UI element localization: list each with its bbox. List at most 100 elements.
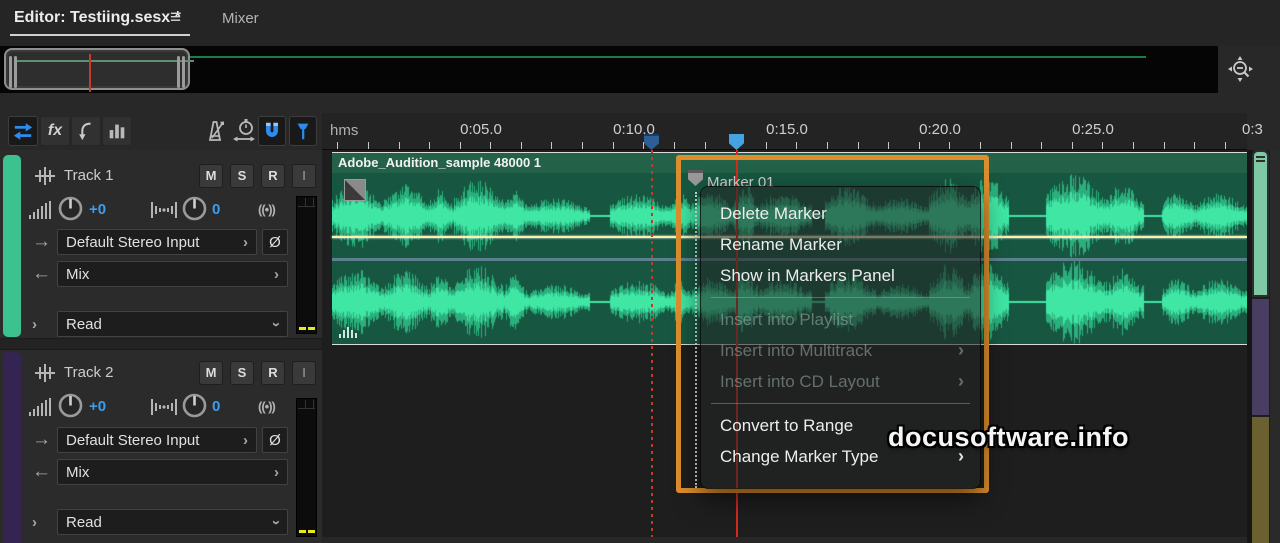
monitor-icon: ((•)) <box>258 399 275 414</box>
track1-automation-select[interactable]: Read › <box>57 311 288 337</box>
track1-volume-value[interactable]: +0 <box>89 201 106 218</box>
track1-input-monitor-button[interactable]: I <box>292 164 316 188</box>
ruler-tick <box>888 142 889 149</box>
bottom-scroll-strip[interactable] <box>322 537 1247 543</box>
menu-item-rename-marker[interactable]: Rename Marker <box>701 229 980 260</box>
ruler-unit-label: hms <box>330 122 358 139</box>
volume-icon <box>28 397 54 417</box>
editor-right-edge <box>1270 150 1280 543</box>
ruler-tick <box>674 142 675 149</box>
track2-input-value: Default Stereo Input <box>66 432 243 449</box>
track1-name[interactable]: Track 1 <box>64 167 113 184</box>
track2-input-select[interactable]: Default Stereo Input › <box>57 427 257 453</box>
ruler-tick <box>705 142 706 149</box>
track2-input-monitor-button[interactable]: I <box>292 361 316 385</box>
track-controls-panel: Track 1 M S R I +0 0 ((•)) → Default Ste… <box>0 150 322 543</box>
track2-automation-select[interactable]: Read › <box>57 509 288 535</box>
app-window: Editor: Testiing.sesx * ≡ Mixer <box>0 0 1280 543</box>
waveform-track-icon <box>33 361 57 385</box>
volume-knob[interactable] <box>57 392 84 419</box>
navigator-view-box[interactable] <box>4 48 190 90</box>
add-marker-button[interactable] <box>289 116 317 146</box>
menu-item-insert-into-playlist[interactable]: Insert into Playlist <box>701 304 980 335</box>
track1-mute-button[interactable]: M <box>199 164 223 188</box>
track2-record-button[interactable]: R <box>261 361 285 385</box>
menu-item-insert-into-cd-layout[interactable]: Insert into CD Layout› <box>701 366 980 397</box>
pan-knob[interactable] <box>181 392 208 419</box>
track2-color-strip[interactable] <box>3 352 21 543</box>
navigator-right-handle2[interactable] <box>177 56 180 88</box>
panel-menu-icon[interactable]: ≡ <box>170 7 181 29</box>
watermark-text: docusoftware.info <box>888 422 1129 453</box>
track1-record-button[interactable]: R <box>261 164 285 188</box>
ruler-tick <box>1194 142 1195 149</box>
ruler-tick <box>796 142 797 149</box>
track2-phase-button[interactable]: Ø <box>262 427 288 453</box>
pan-icon <box>150 397 178 417</box>
ruler-tick <box>1133 142 1134 149</box>
navigator-playhead <box>89 54 91 92</box>
phase-icon: Ø <box>269 432 281 449</box>
stretch-icon[interactable] <box>232 118 258 144</box>
ruler-tick <box>460 142 461 149</box>
tab-editor[interactable]: Editor: Testiing.sesx * <box>14 9 181 27</box>
navigator-right-handle[interactable] <box>182 56 185 88</box>
metering-button[interactable] <box>102 116 132 146</box>
track1-phase-button[interactable]: Ø <box>262 229 288 255</box>
track2-volume-value[interactable]: +0 <box>89 398 106 415</box>
fade-handle[interactable] <box>344 179 366 201</box>
track1-input-select[interactable]: Default Stereo Input › <box>57 229 257 255</box>
ruler-label: 0:15.0 <box>766 121 808 138</box>
move-tool-icon <box>12 120 34 142</box>
track2-mute-button[interactable]: M <box>199 361 223 385</box>
volume-knob[interactable] <box>57 195 84 222</box>
track1-output-value: Mix <box>66 266 274 283</box>
snap-button[interactable] <box>258 116 286 146</box>
routing-button[interactable] <box>71 116 101 146</box>
ruler-label: 0:25.0 <box>1072 121 1114 138</box>
output-arrow-icon: ← <box>32 263 51 285</box>
track-divider <box>0 338 322 350</box>
ruler-tick <box>1011 142 1012 149</box>
ruler-tick <box>429 142 430 149</box>
menu-item-insert-into-multitrack[interactable]: Insert into Multitrack› <box>701 335 980 366</box>
ruler-tick <box>551 142 552 149</box>
tab-mixer[interactable]: Mixer <box>222 10 259 27</box>
submenu-arrow-icon: › <box>958 366 964 397</box>
automation-expand-icon[interactable]: › <box>32 316 37 333</box>
metronome-icon[interactable] <box>202 118 228 144</box>
track2-scroll-segment[interactable] <box>1252 299 1269 415</box>
vertical-scroll-handle[interactable] <box>1252 150 1269 297</box>
track2-solo-button[interactable]: S <box>230 361 254 385</box>
ruler-tick <box>1041 142 1042 149</box>
ruler-tick <box>643 142 644 149</box>
ruler-tick <box>582 142 583 149</box>
effects-button[interactable]: fx <box>40 116 70 146</box>
monitor-icon: ((•)) <box>258 202 275 217</box>
ruler-tick <box>399 142 400 149</box>
track1-output-select[interactable]: Mix › <box>57 261 288 287</box>
timeline-ruler[interactable]: hms 0:05.00:10.00:15.00:20.00:25.00:3 <box>322 113 1247 150</box>
submenu-arrow-icon: › <box>958 335 964 366</box>
track1-pan-value[interactable]: 0 <box>212 201 220 218</box>
chevron-down-icon: › <box>268 520 285 525</box>
track1-solo-button[interactable]: S <box>230 164 254 188</box>
volume-icon <box>28 200 54 220</box>
menu-item-show-in-markers-panel[interactable]: Show in Markers Panel <box>701 260 980 291</box>
ruler-tick <box>368 142 369 149</box>
track3-scroll-segment[interactable] <box>1252 417 1269 543</box>
navigator-left-handle[interactable] <box>9 56 12 88</box>
move-tool-button[interactable] <box>8 116 38 146</box>
navigator-left-handle2[interactable] <box>14 56 17 88</box>
menu-item-delete-marker[interactable]: Delete Marker <box>701 198 980 229</box>
pan-knob[interactable] <box>181 195 208 222</box>
ruler-label: 0:05.0 <box>460 121 502 138</box>
track2-pan-value[interactable]: 0 <box>212 398 220 415</box>
ruler-tick <box>827 142 828 149</box>
track1-color-strip[interactable] <box>3 155 21 337</box>
track2-name[interactable]: Track 2 <box>64 364 113 381</box>
magnet-icon <box>261 120 283 142</box>
automation-expand-icon[interactable]: › <box>32 514 37 531</box>
track2-output-select[interactable]: Mix › <box>57 459 288 485</box>
ruler-tick <box>766 142 767 149</box>
